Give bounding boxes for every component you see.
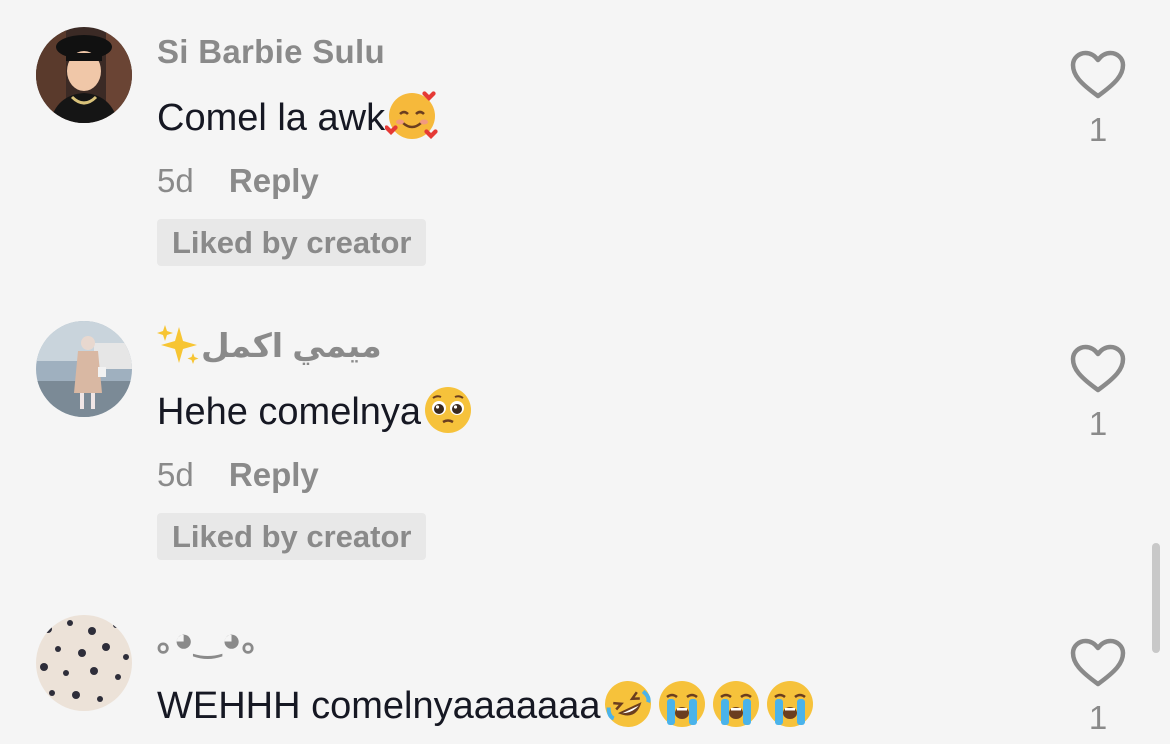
rolling-on-floor-laughing-icon [604, 680, 651, 727]
comment-text: WEHHH comelnyaaaaaaa [157, 680, 817, 731]
like-count: 1 [1088, 111, 1108, 148]
comment-text: Comel la awk [157, 91, 439, 143]
reply-button[interactable]: Reply [229, 162, 319, 199]
comment-text-content: WEHHH comelnyaaaaaaa [157, 685, 601, 727]
loudly-crying-face-icon [712, 680, 759, 727]
pleading-face-icon [425, 386, 472, 433]
heart-icon [1070, 638, 1126, 687]
like-count: 1 [1088, 699, 1108, 736]
liked-by-creator-badge: Liked by creator [157, 219, 427, 266]
reply-button[interactable]: Reply [229, 456, 319, 493]
like-button[interactable] [1068, 50, 1128, 100]
avatar[interactable] [36, 615, 132, 711]
loudly-crying-face-icon [766, 680, 813, 727]
avatar[interactable] [36, 27, 132, 123]
comment-meta: 5d Reply [157, 160, 319, 202]
avatar[interactable] [36, 321, 132, 417]
username[interactable]: Si Barbie Sulu [157, 32, 385, 72]
username-text: ميمي اكمل [201, 327, 382, 364]
like-count: 1 [1088, 405, 1108, 442]
username[interactable]: ｡◕‿◕｡ [157, 620, 259, 660]
heart-icon [1070, 50, 1126, 99]
sparkles-icon [157, 325, 199, 365]
smiling-face-with-hearts-icon [385, 91, 438, 139]
heart-icon [1070, 344, 1126, 393]
comment-age: 5d [157, 456, 194, 493]
comment-text-content: Hehe comelnya [157, 391, 422, 433]
username[interactable]: ميمي اكمل [157, 325, 382, 367]
scrollbar[interactable] [1152, 543, 1160, 653]
liked-by-creator-badge: Liked by creator [157, 513, 427, 560]
like-button[interactable] [1068, 638, 1128, 688]
comment-text-content: Comel la awk [157, 97, 386, 139]
comment-meta: 5d Reply [157, 454, 319, 496]
like-button[interactable] [1068, 344, 1128, 394]
comment-text: Hehe comelnya [157, 386, 475, 437]
comment-age: 5d [157, 162, 194, 199]
loudly-crying-face-icon [658, 680, 705, 727]
